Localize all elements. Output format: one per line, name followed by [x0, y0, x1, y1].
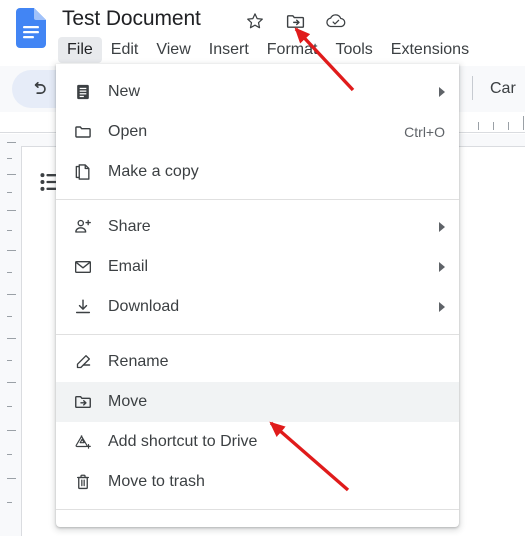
menu-item-label: Move to trash	[108, 473, 205, 490]
menu-item-new[interactable]: New	[56, 72, 459, 112]
menu-item-move[interactable]: Move	[56, 382, 459, 422]
menu-item-label: Rename	[108, 353, 169, 370]
menu-item-open[interactable]: Open Ctrl+O	[56, 112, 459, 152]
menu-divider	[56, 199, 459, 200]
ruler-tick	[508, 122, 509, 130]
document-title[interactable]: Test Document	[62, 4, 201, 34]
menu-item-label: Download	[108, 298, 180, 315]
folder-icon	[72, 121, 94, 143]
new-document-icon	[72, 81, 94, 103]
menu-item-label: Make a copy	[108, 163, 199, 180]
menu-item-rename[interactable]: Rename	[56, 342, 459, 382]
menu-item-label: Add shortcut to Drive	[108, 433, 258, 450]
submenu-arrow-icon	[439, 87, 445, 97]
menu-divider	[56, 334, 459, 335]
drive-add-shortcut-icon	[72, 431, 94, 453]
star-icon[interactable]	[244, 10, 266, 32]
ruler-tick-major	[523, 116, 524, 130]
submenu-arrow-icon	[439, 302, 445, 312]
menubar-item-view[interactable]: View	[147, 37, 199, 63]
download-icon	[72, 296, 94, 318]
menu-item-label: Open	[108, 123, 148, 140]
google-docs-window: Test Document File Edit View Insert Form…	[0, 0, 525, 536]
move-to-folder-icon	[72, 391, 94, 413]
menu-item-label: New	[108, 83, 141, 100]
docs-file-icon[interactable]	[16, 8, 46, 48]
file-menu-popup: New Open Ctrl+O Make a copy Share Email …	[56, 64, 459, 527]
menu-item-move-to-trash[interactable]: Move to trash	[56, 462, 459, 502]
vertical-ruler[interactable]	[7, 134, 19, 536]
undo-icon	[28, 78, 50, 100]
menubar-item-extensions[interactable]: Extensions	[382, 37, 478, 63]
ruler-tick	[478, 122, 479, 130]
trash-icon	[72, 471, 94, 493]
menubar-item-insert[interactable]: Insert	[200, 37, 258, 63]
menubar-item-edit[interactable]: Edit	[102, 37, 148, 63]
copy-icon	[72, 161, 94, 183]
app-header: Test Document File Edit View Insert Form…	[0, 0, 525, 64]
submenu-arrow-icon	[439, 262, 445, 272]
rename-pencil-icon	[72, 351, 94, 373]
ruler-tick	[493, 122, 494, 130]
submenu-arrow-icon	[439, 222, 445, 232]
font-family-select[interactable]: Car	[490, 80, 516, 98]
menu-item-make-a-copy[interactable]: Make a copy	[56, 152, 459, 192]
menubar-item-tools[interactable]: Tools	[326, 37, 381, 63]
menubar-item-file[interactable]: File	[58, 37, 102, 63]
move-to-folder-icon[interactable]	[284, 10, 306, 32]
menu-item-download[interactable]: Download	[56, 287, 459, 327]
menu-item-label: Email	[108, 258, 149, 275]
person-add-icon	[72, 216, 94, 238]
menu-item-share[interactable]: Share	[56, 207, 459, 247]
menu-bar: File Edit View Insert Format Tools Exten…	[58, 37, 478, 63]
menu-divider	[56, 509, 459, 510]
menu-item-add-shortcut-to-drive[interactable]: Add shortcut to Drive	[56, 422, 459, 462]
cloud-saved-icon[interactable]	[325, 10, 347, 32]
toolbar-divider	[472, 76, 473, 100]
menu-item-email[interactable]: Email	[56, 247, 459, 287]
menu-item-label: Share	[108, 218, 151, 235]
email-icon	[72, 256, 94, 278]
menu-item-shortcut: Ctrl+O	[404, 124, 445, 140]
menu-item-label: Move	[108, 393, 148, 410]
menubar-item-format[interactable]: Format	[258, 37, 327, 63]
